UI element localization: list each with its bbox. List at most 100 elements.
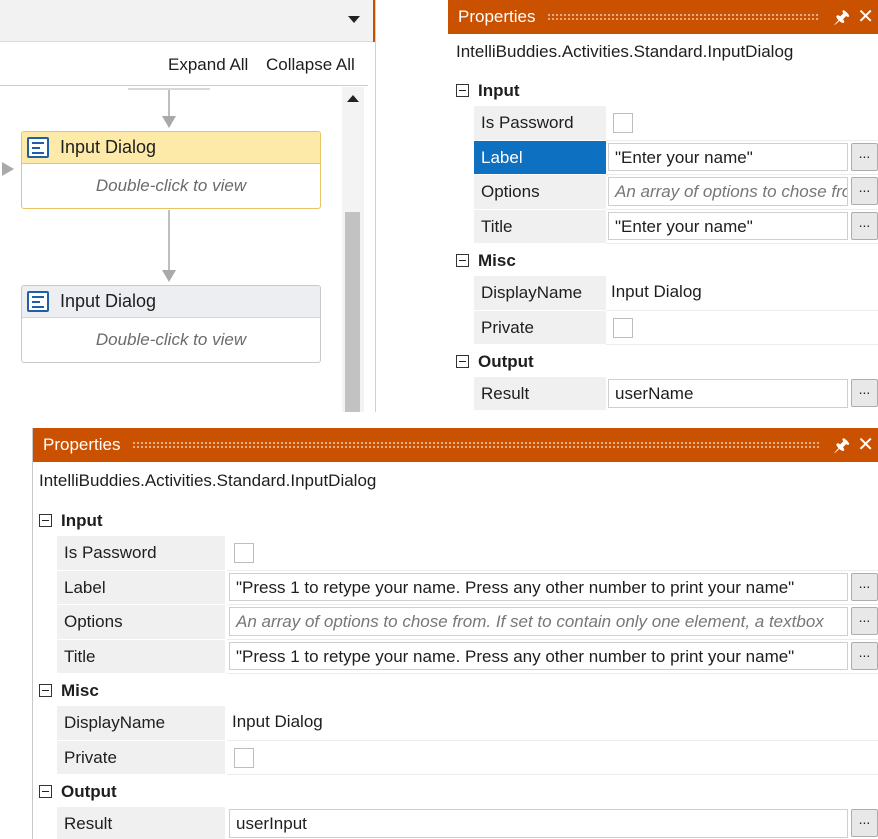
property-row-label: Label "Enter your name" ... bbox=[448, 140, 878, 175]
activity-hint: Double-click to view bbox=[95, 176, 247, 195]
close-icon[interactable]: ✕ bbox=[857, 432, 874, 457]
category-input: Input bbox=[448, 74, 878, 106]
category-label: Input bbox=[61, 511, 103, 530]
property-row-private: Private bbox=[448, 310, 878, 345]
activity-header: Input Dialog bbox=[22, 132, 320, 164]
category-misc: Misc bbox=[448, 244, 878, 276]
is-password-checkbox[interactable] bbox=[234, 543, 254, 563]
pin-icon[interactable]: 🖈︎ bbox=[833, 433, 850, 463]
property-row-display-name: DisplayName Input Dialog bbox=[33, 706, 878, 741]
ellipsis-button[interactable]: ... bbox=[851, 142, 878, 171]
label-field[interactable]: "Press 1 to retype your name. Press any … bbox=[229, 572, 848, 601]
options-field[interactable]: An array of options to chose from. If se… bbox=[229, 607, 848, 636]
arrow-down-icon bbox=[162, 270, 176, 282]
property-row-label: Label "Press 1 to retype your name. Pres… bbox=[33, 570, 878, 605]
workflow-designer: Expand All Collapse All Input Dialog Dou… bbox=[0, 0, 376, 412]
category-output: Output bbox=[33, 775, 878, 807]
property-row-is-password: Is Password bbox=[33, 536, 878, 571]
pin-icon[interactable]: 🖈︎ bbox=[833, 5, 850, 35]
property-name: Label bbox=[57, 570, 225, 605]
collapse-icon[interactable] bbox=[456, 84, 469, 97]
activity-hint: Double-click to view bbox=[95, 330, 247, 349]
activity-header: Input Dialog bbox=[22, 286, 320, 318]
ellipsis-button[interactable]: ... bbox=[851, 211, 878, 240]
property-grid: Input Is Password Label "Enter your name… bbox=[448, 74, 878, 410]
panel-title: Properties bbox=[458, 7, 536, 26]
property-name: Is Password bbox=[474, 106, 606, 141]
title-field[interactable]: "Press 1 to retype your name. Press any … bbox=[229, 641, 848, 670]
activity-type-name: IntelliBuddies.Activities.Standard.Input… bbox=[456, 42, 794, 61]
designer-header bbox=[0, 0, 375, 42]
activity-input-dialog-1[interactable]: Input Dialog Double-click to view bbox=[21, 131, 321, 209]
property-name[interactable]: Label bbox=[474, 140, 606, 175]
designer-toolbar: Expand All Collapse All bbox=[0, 42, 368, 86]
properties-panel-bottom: Properties 🖈︎ ✕ IntelliBuddies.Activitie… bbox=[32, 428, 878, 839]
close-icon[interactable]: ✕ bbox=[857, 4, 874, 29]
titlebar-grip bbox=[132, 441, 820, 448]
options-field[interactable]: An array of options to chose from. If se… bbox=[608, 177, 848, 206]
ellipsis-button[interactable]: ... bbox=[851, 641, 878, 670]
title-field[interactable]: "Enter your name" bbox=[608, 211, 848, 240]
ellipsis-button[interactable]: ... bbox=[851, 177, 878, 205]
property-name: DisplayName bbox=[57, 706, 225, 741]
category-label: Output bbox=[61, 782, 117, 801]
activity-input-dialog-2[interactable]: Input Dialog Double-click to view bbox=[21, 285, 321, 363]
titlebar-grip bbox=[547, 13, 820, 20]
expand-all-link[interactable]: Expand All bbox=[168, 55, 248, 75]
scrollbar-thumb[interactable] bbox=[345, 212, 360, 412]
property-name: Private bbox=[57, 740, 225, 775]
property-row-result: Result userName ... bbox=[448, 377, 878, 410]
private-checkbox[interactable] bbox=[613, 317, 633, 338]
collapse-icon[interactable] bbox=[456, 254, 469, 267]
activity-title: Input Dialog bbox=[60, 291, 157, 311]
property-row-title: Title "Enter your name" ... bbox=[448, 209, 878, 244]
collapse-icon[interactable] bbox=[456, 355, 469, 368]
is-password-checkbox[interactable] bbox=[613, 113, 633, 133]
collapse-icon[interactable] bbox=[39, 514, 52, 527]
property-name: Title bbox=[57, 639, 225, 674]
panel-title: Properties bbox=[43, 435, 121, 454]
category-output: Output bbox=[448, 345, 878, 377]
collapse-icon[interactable] bbox=[39, 785, 52, 798]
connector-line bbox=[168, 210, 170, 270]
property-row-options: Options An array of options to chose fro… bbox=[33, 605, 878, 640]
category-misc: Misc bbox=[33, 674, 878, 706]
property-name: Is Password bbox=[57, 536, 225, 571]
panel-titlebar: Properties 🖈︎ ✕ bbox=[448, 0, 878, 34]
property-name: Options bbox=[57, 605, 225, 640]
display-name-field[interactable]: Input Dialog bbox=[611, 282, 702, 302]
property-name: DisplayName bbox=[474, 276, 606, 311]
property-name: Result bbox=[474, 377, 606, 410]
scroll-up-icon[interactable] bbox=[347, 95, 359, 102]
property-name: Private bbox=[474, 310, 606, 345]
connector-line bbox=[168, 90, 170, 118]
chevron-down-icon[interactable] bbox=[348, 16, 360, 23]
collapse-all-link[interactable]: Collapse All bbox=[266, 55, 355, 75]
property-row-display-name: DisplayName Input Dialog bbox=[448, 276, 878, 311]
arrow-right-icon bbox=[2, 162, 14, 176]
property-name: Title bbox=[474, 209, 606, 244]
activity-title: Input Dialog bbox=[60, 137, 157, 157]
private-checkbox[interactable] bbox=[234, 747, 254, 768]
display-name-field[interactable]: Input Dialog bbox=[232, 712, 323, 732]
tab-accent bbox=[373, 0, 375, 42]
category-label: Output bbox=[478, 352, 534, 371]
property-name: Options bbox=[474, 175, 606, 210]
input-dialog-icon bbox=[27, 137, 49, 158]
vertical-scrollbar[interactable] bbox=[342, 87, 364, 412]
ellipsis-button[interactable]: ... bbox=[851, 379, 878, 407]
activity-type-name: IntelliBuddies.Activities.Standard.Input… bbox=[39, 471, 377, 490]
result-field[interactable]: userName bbox=[608, 379, 848, 408]
ellipsis-button[interactable]: ... bbox=[851, 572, 878, 601]
collapse-icon[interactable] bbox=[39, 684, 52, 697]
properties-panel-top: Properties 🖈︎ ✕ IntelliBuddies.Activitie… bbox=[448, 0, 878, 410]
panel-titlebar: Properties 🖈︎ ✕ bbox=[33, 428, 878, 462]
label-field[interactable]: "Enter your name" bbox=[608, 142, 848, 171]
input-dialog-icon bbox=[27, 291, 49, 312]
category-input: Input bbox=[33, 504, 878, 536]
property-row-title: Title "Press 1 to retype your name. Pres… bbox=[33, 639, 878, 674]
ellipsis-button[interactable]: ... bbox=[851, 809, 878, 837]
property-row-private: Private bbox=[33, 740, 878, 775]
ellipsis-button[interactable]: ... bbox=[851, 607, 878, 635]
result-field[interactable]: userInput bbox=[229, 809, 848, 838]
